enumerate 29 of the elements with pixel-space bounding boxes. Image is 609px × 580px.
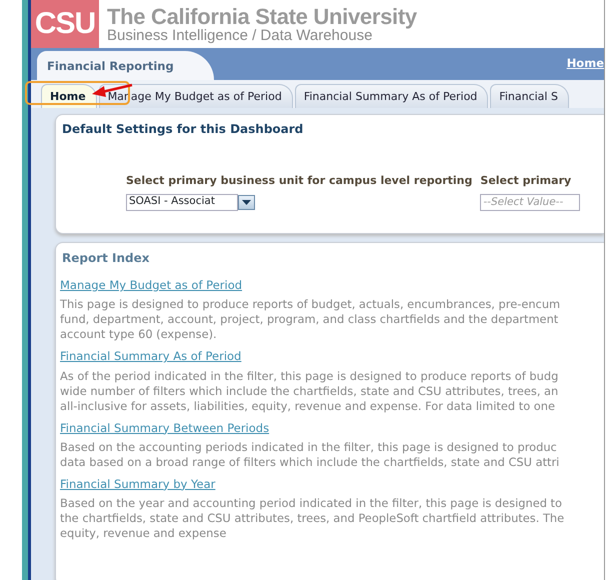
field-label: Select primary business unit for campus level reporting [126,173,472,189]
dropdown-field[interactable]: SOASI - Associat [126,194,238,210]
tab[interactable]: Home [41,84,97,108]
description-line: As of the period indicated in the filter, this page is designed to produce reports of budg [60,368,560,384]
description-line: fund, department, account, project, program, and class chartfields and the department [60,312,560,328]
app-title-tab[interactable]: Financial Reporting [37,50,214,80]
description-line: wide number of filters which include the chartfields, state and CSU attributes, trees, an [60,384,560,398]
description-line: all-inclusive for assets, liabilities, equity, revenue and expense. For data limited to one [60,398,556,414]
description-line: Based on the year and accounting period indicated in the filter, this page is designed to [60,496,563,511]
description-line: the chartfields, state and CSU attributes, trees, and PeopleSoft chartfield attributes. The [60,511,566,526]
panel-title: Report Index [61,250,151,267]
report-link[interactable]: Manage My Budget as of Period [60,277,242,294]
report-link[interactable]: Financial Summary As of Period [60,348,242,366]
header-subtitle: Business Intelligence / Data Warehouse [107,28,372,44]
description-line: account type 60 (expense). [60,327,218,342]
field-label: Select primary [480,173,572,189]
description-line: Based on the accounting periods indicated in the filter, this page is designed to produc [60,440,558,455]
panel-title: Default Settings for this Dashboard [61,121,304,138]
description-line: data based on a broad range of filters which include the chartfields, state and CSU attri [60,454,560,470]
home-link[interactable]: Home [566,55,604,73]
dropdown-field[interactable]: --Select Value-- [480,194,580,210]
report-link[interactable]: Financial Summary by Year [60,476,216,493]
tab[interactable]: Financial S [490,84,569,108]
header-title: The California State University [107,6,417,28]
tab[interactable]: Financial Summary As of Period [294,84,488,108]
csu-logo: CSU [31,0,99,48]
description-line: equity, revenue and expense [60,526,228,541]
description-line: This page is designed to produce reports of budget, actuals, encumbrances, pre-encum [60,297,562,312]
report-link[interactable]: Financial Summary Between Periods [60,420,270,437]
